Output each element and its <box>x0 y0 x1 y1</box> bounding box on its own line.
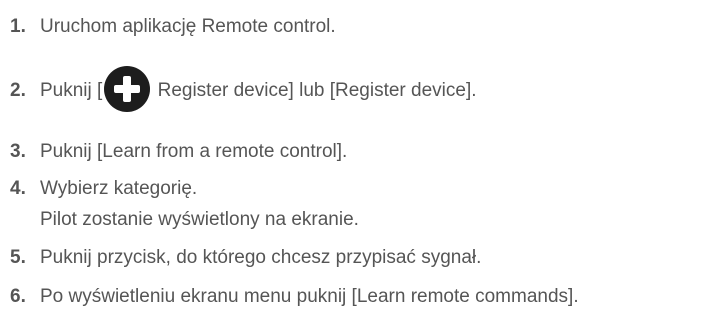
step-number: 6. <box>10 286 26 307</box>
step-number: 1. <box>10 16 26 37</box>
step-number: 4. <box>10 178 26 199</box>
step-text-before-icon: Puknij [ <box>40 80 103 101</box>
step-number: 3. <box>10 141 26 162</box>
step-text-after-icon: Register device] lub [Register device]. <box>152 80 477 101</box>
step-text: Uruchom aplikację Remote control. <box>40 16 336 37</box>
step-text: Puknij [ Register device] lub [Register … <box>40 66 477 113</box>
step-number: 5. <box>10 247 26 268</box>
step-text: Puknij [Learn from a remote control]. <box>40 141 348 162</box>
step-subtext: Pilot zostanie wyświetlony na ekranie. <box>40 209 359 230</box>
step-number: 2. <box>10 80 26 101</box>
add-icon <box>104 66 151 113</box>
step-text: Po wyświetleniu ekranu menu puknij [Lear… <box>40 286 579 307</box>
step-text: Wybierz kategorię. <box>40 178 198 199</box>
step-text: Puknij przycisk, do którego chcesz przyp… <box>40 247 482 268</box>
